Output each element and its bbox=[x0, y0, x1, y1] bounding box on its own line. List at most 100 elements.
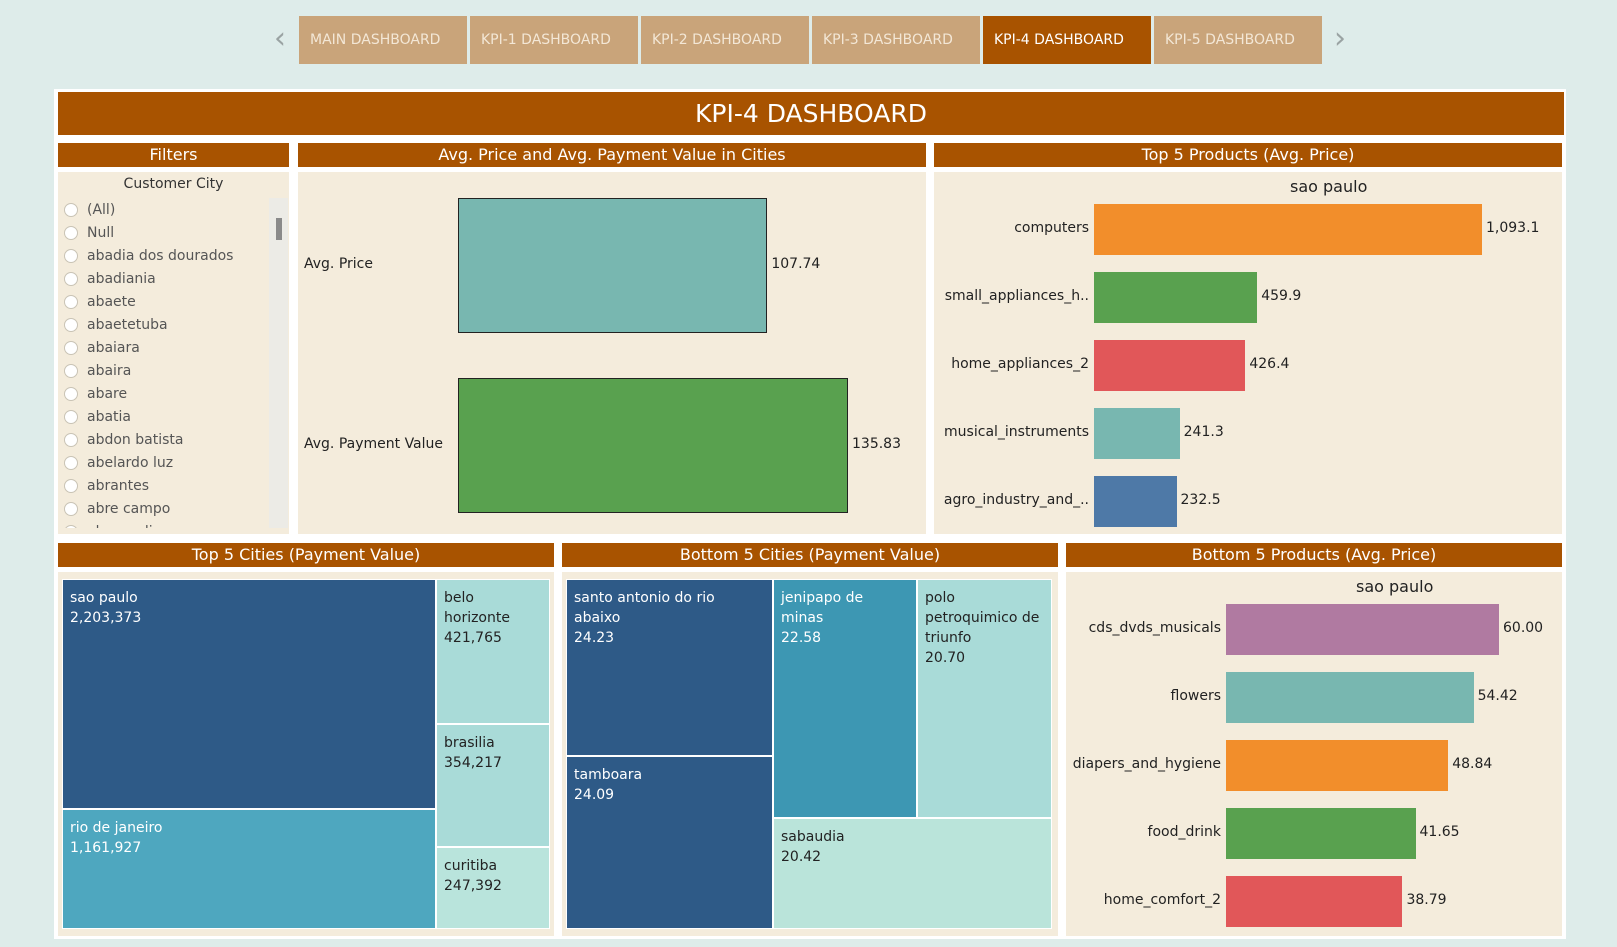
treemap-tile[interactable]: tamboara 24.09 bbox=[566, 756, 773, 929]
bar[interactable] bbox=[1226, 740, 1449, 791]
filter-option[interactable]: abadia dos dourados bbox=[64, 244, 264, 267]
tab-main-dashboard[interactable]: MAIN DASHBOARD bbox=[299, 16, 467, 64]
bar-category-label: small_appliances_h.. bbox=[944, 287, 1089, 304]
tile-name: polo petroquimico de triunfo bbox=[925, 590, 1040, 646]
radio-button[interactable] bbox=[64, 501, 78, 516]
bar[interactable] bbox=[1094, 476, 1177, 527]
filter-option-label: abrantes bbox=[87, 477, 150, 494]
filter-option[interactable]: abdon batista bbox=[64, 428, 264, 451]
price-payment-header: Avg. Price and Avg. Payment Value in Cit… bbox=[298, 143, 926, 167]
bar-value-label: 426.4 bbox=[1249, 355, 1290, 372]
treemap-tile[interactable]: belo horizonte 421,765 bbox=[436, 579, 550, 724]
filter-option[interactable]: abare bbox=[64, 382, 264, 405]
treemap-tile[interactable]: sabaudia 20.42 bbox=[773, 818, 1052, 929]
filter-option[interactable]: abaiara bbox=[64, 336, 264, 359]
treemap-tile[interactable]: sao paulo 2,203,373 bbox=[62, 579, 436, 809]
radio-button[interactable] bbox=[64, 432, 78, 447]
filter-scrollbar[interactable] bbox=[269, 198, 288, 528]
tab-kpi-3-dashboard[interactable]: KPI-3 DASHBOARD bbox=[812, 16, 980, 64]
radio-button[interactable] bbox=[64, 386, 78, 401]
filter-option-label: abadiania bbox=[87, 270, 156, 287]
bar[interactable] bbox=[1094, 204, 1482, 255]
bar[interactable] bbox=[1226, 876, 1403, 927]
filter-option-label: abre campo bbox=[87, 500, 171, 517]
bottom-products-subtitle: sao paulo bbox=[1356, 577, 1434, 596]
filter-option[interactable]: abre campo bbox=[64, 497, 264, 520]
treemap-tile[interactable]: jenipapo de minas 22.58 bbox=[773, 579, 917, 818]
radio-button[interactable] bbox=[64, 202, 78, 217]
bar-value-label: 241.3 bbox=[1183, 423, 1224, 440]
bar[interactable] bbox=[1226, 808, 1416, 859]
customer-city-label: Customer City bbox=[123, 176, 224, 192]
top-cities-header: Top 5 Cities (Payment Value) bbox=[58, 543, 554, 567]
bar-value-label: 60.00 bbox=[1503, 619, 1544, 636]
radio-button[interactable] bbox=[64, 271, 78, 286]
filter-option-label: abadia dos dourados bbox=[87, 247, 234, 264]
tile-name: brasilia bbox=[444, 735, 495, 751]
bar[interactable] bbox=[458, 378, 848, 513]
radio-button[interactable] bbox=[64, 478, 78, 493]
filter-option[interactable]: abadiania bbox=[64, 267, 264, 290]
filter-option-label: Null bbox=[87, 224, 115, 241]
filter-option[interactable]: abreu e lima bbox=[64, 520, 264, 528]
radio-button[interactable] bbox=[64, 340, 78, 355]
tab-kpi-5-dashboard[interactable]: KPI-5 DASHBOARD bbox=[1154, 16, 1322, 64]
tile-name: jenipapo de minas bbox=[781, 590, 864, 626]
filter-option[interactable]: abelardo luz bbox=[64, 451, 264, 474]
radio-button[interactable] bbox=[64, 225, 78, 240]
filter-option-label: abelardo luz bbox=[87, 454, 174, 471]
bar-value-label: 38.79 bbox=[1406, 891, 1447, 908]
filter-option[interactable]: abaira bbox=[64, 359, 264, 382]
radio-button[interactable] bbox=[64, 317, 78, 332]
bar[interactable] bbox=[458, 198, 768, 333]
prev-tab-arrow-icon[interactable]: ‹ bbox=[270, 22, 290, 56]
filter-option-label: abaetetuba bbox=[87, 316, 168, 333]
tab-kpi-2-dashboard[interactable]: KPI-2 DASHBOARD bbox=[641, 16, 809, 64]
filters-header: Filters bbox=[58, 143, 289, 167]
tile-name: rio de janeiro bbox=[70, 820, 163, 836]
bar-category-label: cds_dvds_musicals bbox=[1088, 619, 1221, 636]
radio-button[interactable] bbox=[64, 455, 78, 470]
tile-name: santo antonio do rio abaixo bbox=[574, 590, 715, 626]
scrollbar-thumb[interactable] bbox=[276, 218, 282, 240]
customer-city-list[interactable]: (All) Null abadia dos dourados abadiania aba… bbox=[64, 198, 264, 528]
treemap-tile[interactable]: rio de janeiro 1,161,927 bbox=[62, 809, 436, 929]
filter-option-label: abaira bbox=[87, 362, 132, 379]
filters-panel: Customer City (All) Null abadia dos dourad… bbox=[58, 172, 289, 534]
radio-button[interactable] bbox=[64, 524, 78, 528]
bar-value-label: 54.42 bbox=[1477, 687, 1518, 704]
filter-option[interactable]: abaetetuba bbox=[64, 313, 264, 336]
tab-kpi-4-dashboard[interactable]: KPI-4 DASHBOARD bbox=[983, 16, 1151, 64]
filter-option[interactable]: abrantes bbox=[64, 474, 264, 497]
filter-option[interactable]: Null bbox=[64, 221, 264, 244]
tab-kpi-1-dashboard[interactable]: KPI-1 DASHBOARD bbox=[470, 16, 638, 64]
tile-value: 24.09 bbox=[574, 787, 615, 803]
filter-option[interactable]: abatia bbox=[64, 405, 264, 428]
next-tab-arrow-icon[interactable]: › bbox=[1330, 22, 1350, 56]
treemap-tile[interactable]: polo petroquimico de triunfo 20.70 bbox=[917, 579, 1052, 818]
radio-button[interactable] bbox=[64, 363, 78, 378]
treemap-tile[interactable]: brasilia 354,217 bbox=[436, 724, 550, 847]
bar-value-label: 232.5 bbox=[1180, 491, 1221, 508]
filter-option[interactable]: (All) bbox=[64, 198, 264, 221]
bottom-cities-header: Bottom 5 Cities (Payment Value) bbox=[562, 543, 1058, 567]
bar[interactable] bbox=[1094, 340, 1246, 391]
radio-button[interactable] bbox=[64, 248, 78, 263]
radio-button[interactable] bbox=[64, 294, 78, 309]
top-products-chart: sao paulo computers 1,093.1 small_applianc… bbox=[934, 172, 1562, 534]
radio-button[interactable] bbox=[64, 409, 78, 424]
treemap-tile[interactable]: santo antonio do rio abaixo 24.23 bbox=[566, 579, 773, 756]
treemap-tile[interactable]: curitiba 247,392 bbox=[436, 847, 550, 929]
tile-name: sao paulo bbox=[70, 590, 138, 606]
bar[interactable] bbox=[1226, 604, 1499, 655]
bar[interactable] bbox=[1226, 672, 1474, 723]
filter-option-label: (All) bbox=[87, 201, 116, 218]
tile-value: 20.70 bbox=[925, 650, 966, 666]
filter-option[interactable]: abaete bbox=[64, 290, 264, 313]
tile-value: 354,217 bbox=[444, 755, 502, 771]
bar[interactable] bbox=[1094, 408, 1180, 459]
bar[interactable] bbox=[1094, 272, 1258, 323]
tile-value: 22.58 bbox=[781, 630, 822, 646]
bar-category-label: Avg. Price bbox=[304, 255, 373, 272]
bar-category-label: musical_instruments bbox=[944, 423, 1089, 440]
